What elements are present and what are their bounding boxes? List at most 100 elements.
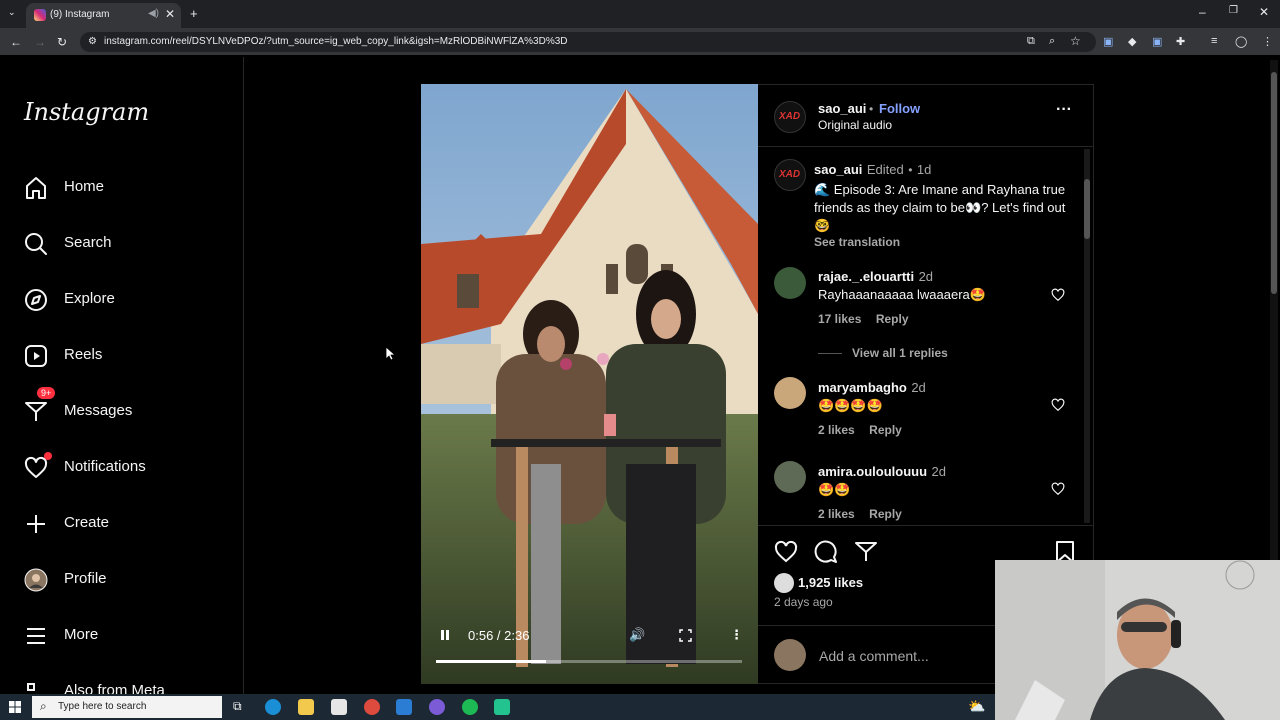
avatar-icon [24,568,48,592]
chrome-menu-icon[interactable]: ⋮ [1262,35,1273,48]
comment-text: 🤩🤩🤩🤩 [818,398,883,413]
taskbar-search[interactable]: ⌕ Type here to search [32,696,222,718]
sidebar-item-search[interactable]: Search [24,224,224,264]
follow-button[interactable]: Follow [879,101,920,116]
pause-icon[interactable] [439,629,451,641]
forward-icon[interactable]: → [34,35,46,49]
likes-count[interactable]: 1,925 likes [798,575,863,590]
store-icon[interactable] [331,699,347,715]
caption-avatar[interactable]: XAD [774,159,806,191]
commenter-avatar[interactable] [774,377,806,409]
meta-icon [27,683,35,691]
tab-audio-icon[interactable]: ◀) [148,8,159,19]
comment-age: 2d [931,464,946,479]
sidebar-item-more[interactable]: More [24,616,224,656]
sidebar-item-profile[interactable]: Profile [24,560,224,600]
sidebar-item-reels[interactable]: Reels [24,336,224,376]
spotify-icon[interactable] [462,699,478,715]
tab-close-icon[interactable]: ✕ [165,7,175,21]
reply-button[interactable]: Reply [876,312,909,326]
like-icon[interactable] [774,540,798,564]
see-translation-link[interactable]: See translation [814,235,1084,249]
caption-username[interactable]: sao_aui [814,162,862,177]
comment-likes[interactable]: 2 likes [818,423,855,437]
comment-username[interactable]: amira.ouloulouuu [818,464,927,479]
sidebar-item-also-from-meta[interactable]: Also from Meta [24,672,224,694]
share-icon[interactable] [854,540,878,564]
author-avatar[interactable]: XAD [774,101,806,133]
post-options-icon[interactable]: ··· [1056,101,1072,119]
comment-age: 2d [911,380,926,395]
instagram-logo[interactable]: Instagram [24,98,149,126]
view-replies-link[interactable]: View all 1 replies [852,346,948,360]
caption-text: 🌊 Episode 3: Are Imane and Rayhana true … [814,182,1066,233]
profile-icon[interactable]: ◯ [1235,35,1247,48]
minimize-icon[interactable]: – [1199,5,1206,19]
post-date[interactable]: 2 days ago [774,595,833,609]
site-info-icon[interactable]: ⚙ [88,36,97,47]
current-user-avatar[interactable] [774,639,806,671]
reply-button[interactable]: Reply [869,423,902,437]
reload-icon[interactable]: ↻ [57,35,67,49]
url-text[interactable]: instagram.com/reel/DSYLNVeDPOz/?utm_sour… [104,36,568,47]
sidebar-item-home[interactable]: Home [24,168,224,208]
taskbar-search-placeholder: Type here to search [58,701,147,712]
caption: sao_aui Edited • 1d 🌊 Episode 3: Are Ima… [814,161,1084,249]
windows-start-icon[interactable] [9,701,21,713]
window-close-icon[interactable]: ✕ [1259,5,1269,19]
extension-2-icon[interactable]: ▣ [1152,35,1162,48]
liker-avatar[interactable] [774,573,794,593]
comment-text: 🤩🤩 [818,482,851,497]
follow-separator: • [869,102,874,116]
reel-video[interactable]: 0:56 / 2:36 🔊 ⋮ [421,84,758,684]
app-icon[interactable] [429,699,445,715]
add-comment-input[interactable]: Add a comment... [819,648,929,664]
author-username[interactable]: sao_aui [818,101,866,116]
comments-scrollbar[interactable] [1084,149,1090,523]
sidebar-item-label: Search [64,234,112,251]
media-icon[interactable]: ≡ [1211,35,1217,47]
extension-translate-icon[interactable]: ▣ [1103,35,1113,48]
comment-like-icon[interactable] [1051,482,1065,496]
comment-username[interactable]: maryambagho [818,380,907,395]
edge-icon[interactable] [265,699,281,715]
comment-likes[interactable]: 2 likes [818,507,855,521]
zoom-icon[interactable]: ⌕ [1049,35,1055,48]
sidebar-item-notifications[interactable]: Notifications [24,448,224,488]
weather-icon[interactable]: ⛅ [968,698,985,715]
install-icon[interactable]: ⧉ [1027,35,1035,48]
sidebar-item-label: Messages [64,402,133,419]
chrome-icon[interactable] [364,699,380,715]
audio-label[interactable]: Original audio [818,118,892,132]
app-2-icon[interactable] [494,699,510,715]
browser-tab[interactable]: (9) Instagram ◀) ✕ [26,3,181,28]
file-explorer-icon[interactable] [298,699,314,715]
sidebar-item-create[interactable]: Create [24,504,224,544]
bookmark-star-icon[interactable]: ☆ [1070,34,1081,48]
page-scroll-thumb[interactable] [1271,72,1277,294]
extensions-puzzle-icon[interactable]: ✚ [1176,35,1185,48]
volume-icon[interactable]: 🔊 [629,627,645,643]
new-tab-icon[interactable]: + [190,6,198,21]
video-options-icon[interactable]: ⋮ [730,627,743,643]
tab-list-icon[interactable]: ⌄ [8,7,16,18]
reply-button[interactable]: Reply [869,507,902,521]
video-progress-track[interactable] [436,660,742,663]
restore-icon[interactable]: ❐ [1229,5,1238,16]
commenter-avatar[interactable] [774,267,806,299]
comment-username[interactable]: rajae._.elouartti [818,269,914,284]
comment-likes[interactable]: 17 likes [818,312,861,326]
sidebar-item-messages[interactable]: 9+ Messages [24,387,224,432]
fullscreen-icon[interactable] [679,629,692,642]
notification-dot [44,452,52,460]
comment-icon[interactable] [814,540,838,564]
commenter-avatar[interactable] [774,461,806,493]
sidebar-item-explore[interactable]: Explore [24,280,224,320]
task-view-icon[interactable]: ⧉ [233,699,242,714]
back-icon[interactable]: ← [10,35,22,49]
comments-scroll-thumb[interactable] [1084,179,1090,239]
comment-like-icon[interactable] [1051,398,1065,412]
extension-icon[interactable]: ◆ [1128,35,1136,48]
comment-like-icon[interactable] [1051,288,1065,302]
outlook-icon[interactable] [396,699,412,715]
